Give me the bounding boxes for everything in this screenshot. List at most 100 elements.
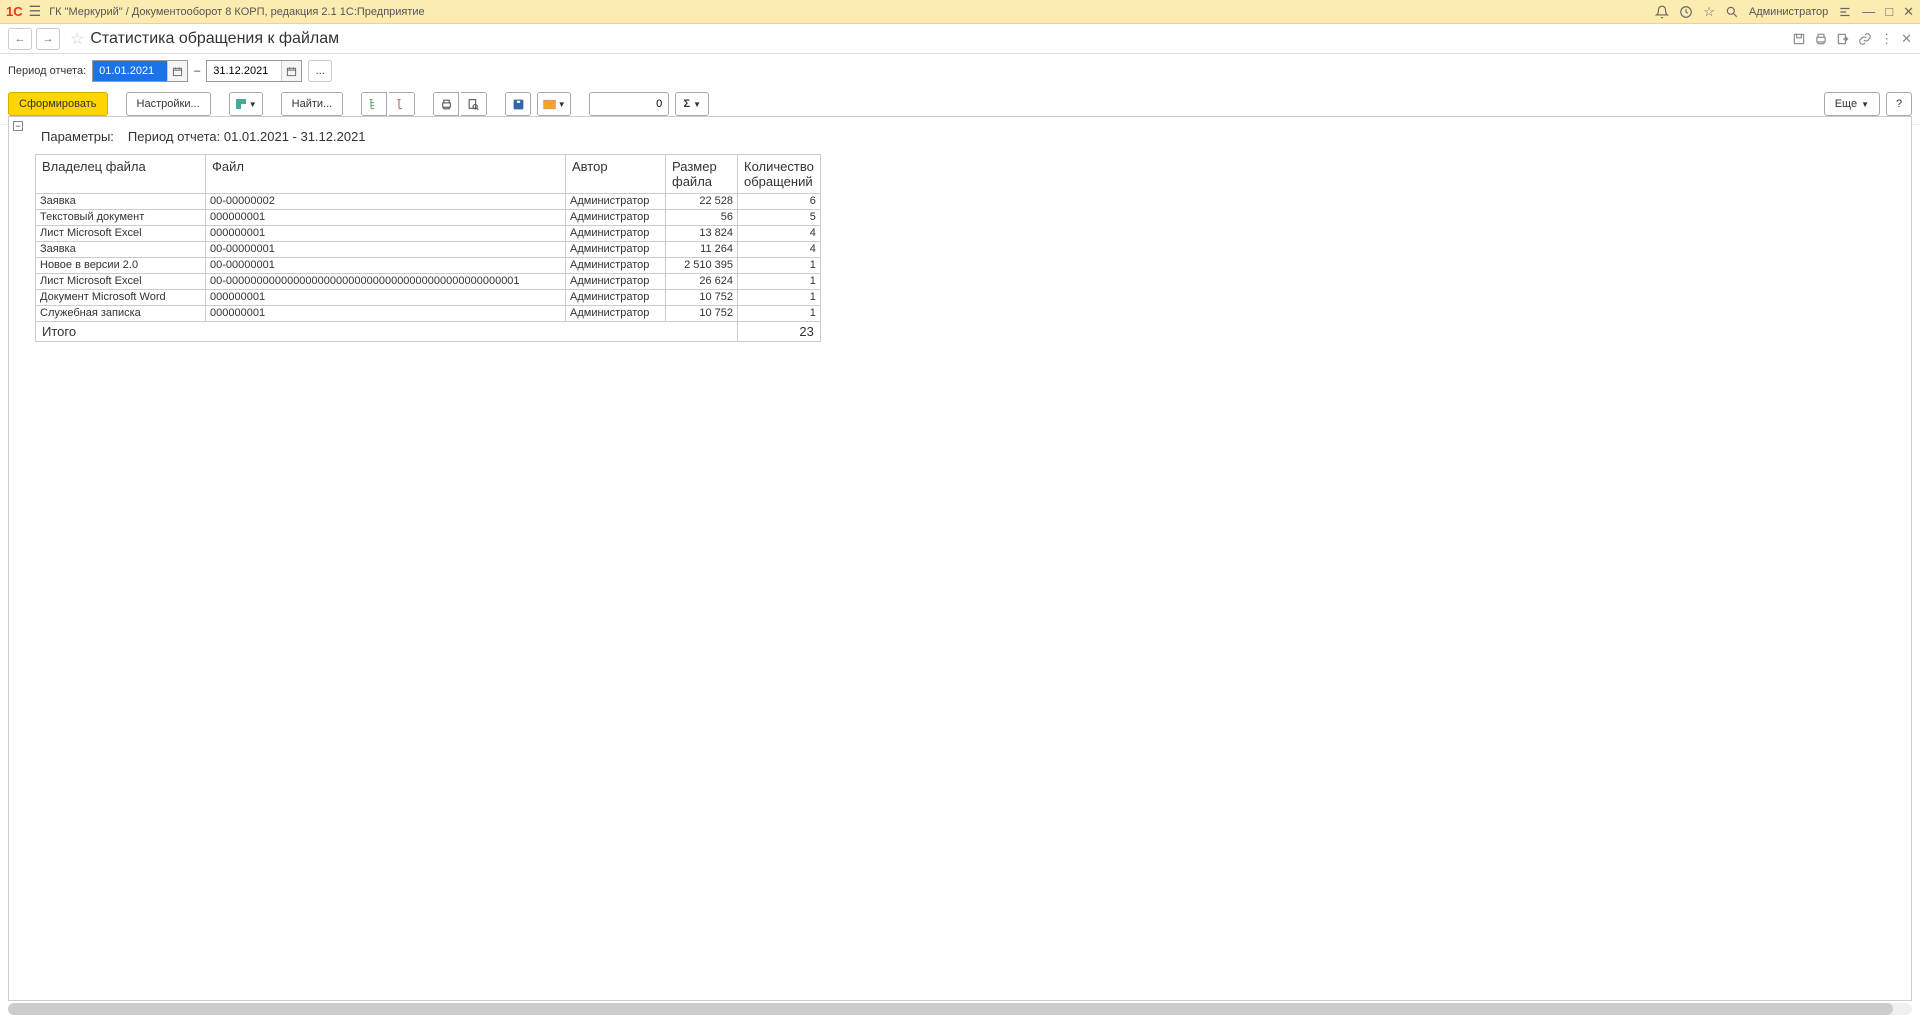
date-from-wrap <box>92 60 188 82</box>
search-icon[interactable] <box>1725 5 1739 19</box>
maximize-icon[interactable]: □ <box>1885 4 1893 19</box>
page-title: Статистика обращения к файлам <box>90 30 339 48</box>
cell-count: 4 <box>738 226 821 242</box>
header-actions: ⋮ ✕ <box>1792 31 1912 47</box>
cell-owner: Текстовый документ <box>36 210 206 226</box>
cell-count: 5 <box>738 210 821 226</box>
table-row[interactable]: Лист Microsoft Excel000000001Администрат… <box>36 226 821 242</box>
sum-function-button[interactable]: Σ ▼ <box>675 92 709 116</box>
cell-size: 11 264 <box>666 242 738 258</box>
menu-icon[interactable]: ☰ <box>29 3 42 20</box>
more-vert-icon[interactable]: ⋮ <box>1880 31 1893 47</box>
cell-owner: Служебная записка <box>36 306 206 322</box>
close-tab-icon[interactable]: ✕ <box>1901 31 1912 47</box>
date-from-input[interactable] <box>93 61 167 81</box>
cell-size: 56 <box>666 210 738 226</box>
params-line-value: Период отчета: 01.01.2021 - 31.12.2021 <box>128 129 366 144</box>
date-to-wrap <box>206 60 302 82</box>
settings-button[interactable]: Настройки... <box>126 92 211 116</box>
col-count-header[interactable]: Количество обращений <box>738 155 821 194</box>
cell-count: 1 <box>738 274 821 290</box>
generate-button[interactable]: Сформировать <box>8 92 108 116</box>
more-button[interactable]: Еще▼ <box>1824 92 1880 116</box>
table-row[interactable]: Заявка00-00000002Администратор22 5286 <box>36 194 821 210</box>
send-mail-button[interactable]: ▼ <box>537 92 571 116</box>
cell-file: 00-0000000000000000000000000000000000000… <box>206 274 566 290</box>
help-button[interactable]: ? <box>1886 92 1912 116</box>
forward-button[interactable]: → <box>36 28 60 50</box>
cell-size: 2 510 395 <box>666 258 738 274</box>
preview-button[interactable] <box>461 92 487 116</box>
sum-input[interactable] <box>589 92 669 116</box>
disk-save-button[interactable] <box>505 92 531 116</box>
cell-size: 22 528 <box>666 194 738 210</box>
close-icon[interactable]: ✕ <box>1903 4 1914 20</box>
cell-file: 000000001 <box>206 226 566 242</box>
table-total-row: Итого 23 <box>36 322 821 342</box>
expand-tree-button[interactable] <box>361 92 387 116</box>
cell-owner: Лист Microsoft Excel <box>36 274 206 290</box>
calendar-from-button[interactable] <box>167 61 187 81</box>
cell-author: Администратор <box>566 306 666 322</box>
report-table: Владелец файла Файл Автор Размер файла К… <box>35 154 821 342</box>
col-owner-header[interactable]: Владелец файла <box>36 155 206 194</box>
cell-count: 1 <box>738 290 821 306</box>
period-dash: – <box>194 65 200 77</box>
cell-author: Администратор <box>566 290 666 306</box>
col-size-header[interactable]: Размер файла <box>666 155 738 194</box>
cell-count: 4 <box>738 242 821 258</box>
titlebar: 1С ☰ ГК "Меркурий" / Документооборот 8 К… <box>0 0 1920 24</box>
table-row[interactable]: Заявка00-00000001Администратор11 2644 <box>36 242 821 258</box>
app-logo: 1С <box>6 4 23 19</box>
params-line-label: Параметры: <box>41 129 114 144</box>
star-icon[interactable]: ☆ <box>1703 4 1715 20</box>
settings-lines-icon[interactable] <box>1838 5 1852 19</box>
horizontal-scrollbar[interactable] <box>8 1003 1912 1015</box>
find-button[interactable]: Найти... <box>281 92 344 116</box>
table-row[interactable]: Текстовый документ000000001Администратор… <box>36 210 821 226</box>
date-to-input[interactable] <box>207 61 281 81</box>
collapse-toggle[interactable]: − <box>13 121 23 131</box>
cell-owner: Заявка <box>36 194 206 210</box>
user-label[interactable]: Администратор <box>1749 6 1828 18</box>
cell-count: 6 <box>738 194 821 210</box>
history-icon[interactable] <box>1679 5 1693 19</box>
sigma-icon: Σ <box>683 98 690 110</box>
cell-size: 13 824 <box>666 226 738 242</box>
window-title: ГК "Меркурий" / Документооборот 8 КОРП, … <box>49 6 1655 18</box>
cell-file: 000000001 <box>206 210 566 226</box>
table-row[interactable]: Документ Microsoft Word000000001Админист… <box>36 290 821 306</box>
calendar-to-button[interactable] <box>281 61 301 81</box>
cell-file: 000000001 <box>206 306 566 322</box>
minimize-icon[interactable]: — <box>1862 4 1875 19</box>
cell-file: 00-00000002 <box>206 194 566 210</box>
page-header: ← → ☆ Статистика обращения к файлам ⋮ ✕ <box>0 24 1920 54</box>
report-content: Параметры: Период отчета: 01.01.2021 - 3… <box>9 117 1911 348</box>
cell-size: 26 624 <box>666 274 738 290</box>
collapse-tree-button[interactable] <box>389 92 415 116</box>
print-button[interactable] <box>433 92 459 116</box>
cell-file: 00-00000001 <box>206 258 566 274</box>
params-line: Параметры: Период отчета: 01.01.2021 - 3… <box>35 123 1905 154</box>
cell-author: Администратор <box>566 226 666 242</box>
bell-icon[interactable] <box>1655 5 1669 19</box>
table-row[interactable]: Новое в версии 2.000-00000001Администрат… <box>36 258 821 274</box>
cell-owner: Заявка <box>36 242 206 258</box>
back-button[interactable]: ← <box>8 28 32 50</box>
variants-button[interactable]: ▼ <box>229 92 263 116</box>
save-report-icon[interactable] <box>1792 32 1806 46</box>
col-author-header[interactable]: Автор <box>566 155 666 194</box>
table-row[interactable]: Служебная записка000000001Администратор1… <box>36 306 821 322</box>
favorite-star-icon[interactable]: ☆ <box>70 29 84 49</box>
col-file-header[interactable]: Файл <box>206 155 566 194</box>
cell-author: Администратор <box>566 242 666 258</box>
link-icon[interactable] <box>1858 32 1872 46</box>
table-row[interactable]: Лист Microsoft Excel00-00000000000000000… <box>36 274 821 290</box>
cell-file: 000000001 <box>206 290 566 306</box>
export-icon[interactable] <box>1836 32 1850 46</box>
cell-author: Администратор <box>566 258 666 274</box>
titlebar-actions: ☆ Администратор — □ ✕ <box>1655 4 1914 20</box>
print-icon[interactable] <box>1814 32 1828 46</box>
cell-size: 10 752 <box>666 306 738 322</box>
period-picker-button[interactable]: ... <box>308 60 332 82</box>
